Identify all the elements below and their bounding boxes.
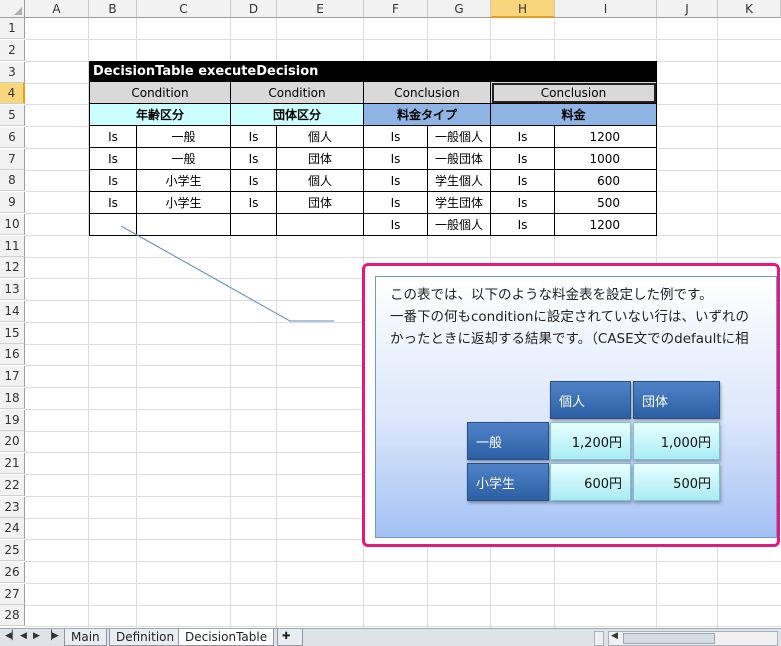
price-cell: 600円 — [550, 463, 631, 501]
price-cell: 1,200円 — [550, 422, 631, 460]
price-cell: 500円 — [633, 463, 720, 501]
callout-inner-panel: この表では、以下のような料金表を設定した例です。 一番下の何もcondition… — [375, 276, 777, 538]
price-cell: 1,000円 — [633, 422, 720, 460]
scroll-left-icon[interactable]: ◀ — [611, 631, 618, 641]
price-row-label-elementary: 小学生 — [467, 463, 549, 501]
next-sheet-nav-icon[interactable]: ▶ — [33, 631, 40, 641]
callout-text-line1: この表では、以下のような料金表を設定した例です。 — [390, 287, 713, 303]
insert-sheet-icon[interactable]: ✚ — [277, 629, 303, 646]
tab-split-handle[interactable] — [594, 631, 604, 646]
callout-text-line3: かったときに返却する結果です。（CASE文でのdefaultに相 — [390, 331, 749, 347]
callout-text-line2: 一番下の何もconditionに設定されていない行は、いずれの — [390, 309, 750, 325]
sheet-tab-bar: ◀▏ ◀ ▶ ▕▶ Main Definition DecisionTable … — [0, 628, 781, 646]
prev-sheet-nav-icon[interactable]: ◀ — [20, 631, 27, 641]
sheet-tab-decisiontable[interactable]: DecisionTable — [178, 629, 275, 646]
price-col-header-group: 団体 — [633, 381, 720, 419]
scrollbar-thumb[interactable] — [623, 633, 715, 644]
price-row-label-general: 一般 — [467, 422, 549, 460]
first-sheet-nav-icon[interactable]: ◀▏ — [5, 631, 19, 641]
horizontal-scrollbar[interactable]: ◀ — [608, 631, 778, 646]
last-sheet-nav-icon[interactable]: ▕▶ — [45, 631, 59, 641]
sheet-tab-definition[interactable]: Definition — [109, 629, 182, 646]
callout-box[interactable]: この表では、以下のような料金表を設定した例です。 一番下の何もcondition… — [362, 263, 780, 547]
price-col-header-individual: 個人 — [550, 381, 631, 419]
sheet-tab-main[interactable]: Main — [64, 629, 107, 646]
